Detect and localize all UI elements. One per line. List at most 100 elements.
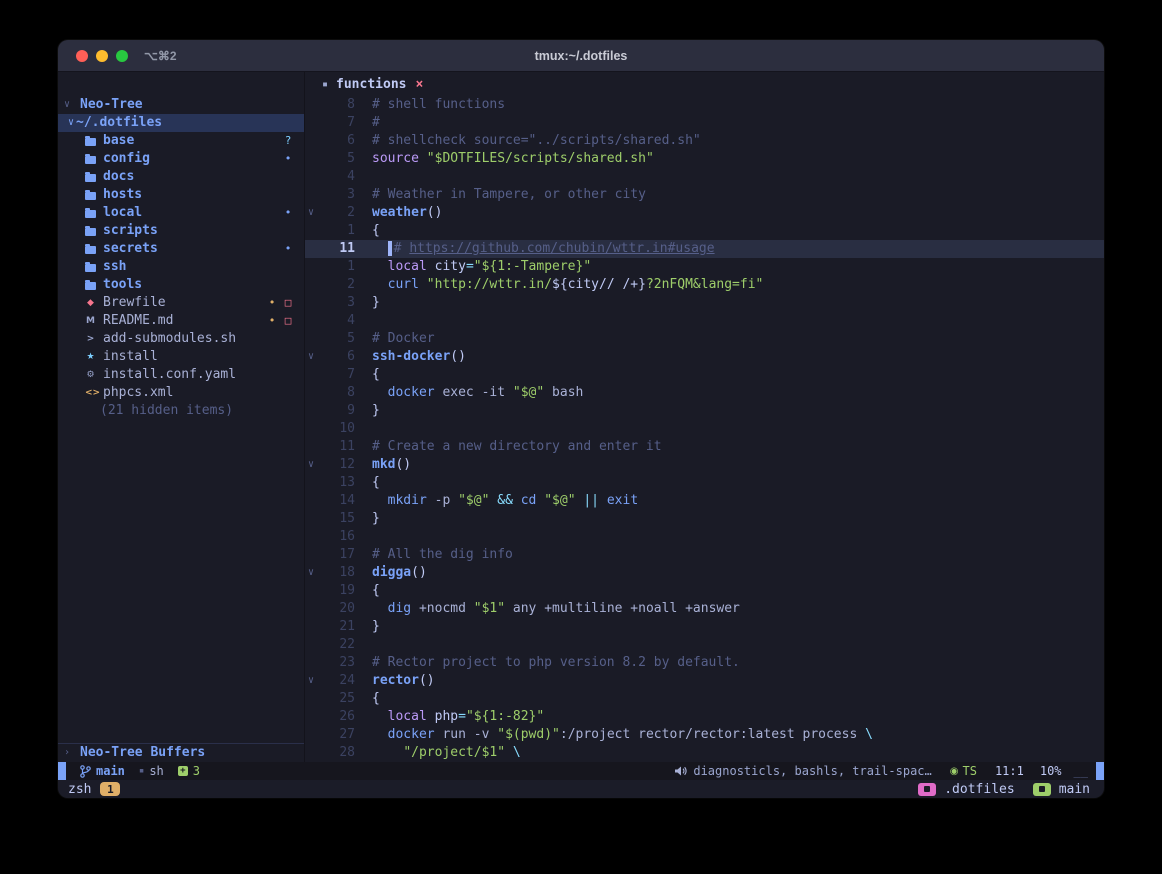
line-number: 7 bbox=[319, 366, 355, 384]
code-token: "$DOTFILES/scripts/shared.sh" bbox=[427, 151, 654, 166]
code-token bbox=[372, 709, 388, 724]
folder-icon bbox=[85, 246, 96, 254]
fold-chevron-icon[interactable]: ∨ bbox=[305, 672, 319, 690]
line-number: 1 bbox=[319, 222, 355, 240]
tab-close-icon[interactable]: × bbox=[415, 77, 423, 92]
code-token: curl bbox=[388, 277, 419, 292]
tree-item-base[interactable]: base? bbox=[58, 132, 304, 150]
code-line[interactable]: 19{ bbox=[305, 582, 1104, 600]
tmux-session-branch: main bbox=[1059, 782, 1090, 797]
tree-item-config[interactable]: config• bbox=[58, 150, 304, 168]
tmux-window-index-badge[interactable]: 1 bbox=[100, 782, 120, 796]
tree-item-brewfile[interactable]: ◆Brewfile•□ bbox=[58, 294, 304, 312]
desktop: ⌥⌘2 tmux:~/.dotfiles ∨ Neo-Tree ∨ ~/.dot… bbox=[0, 0, 1162, 874]
code-line[interactable]: 25{ bbox=[305, 690, 1104, 708]
tree-item-tools[interactable]: tools bbox=[58, 276, 304, 294]
code-line[interactable]: 23# Rector project to php version 8.2 by… bbox=[305, 654, 1104, 672]
tree-item-docs[interactable]: docs bbox=[58, 168, 304, 186]
code-line[interactable]: ∨6ssh-docker() bbox=[305, 348, 1104, 366]
folder-icon bbox=[85, 174, 96, 182]
code-line[interactable]: 14 mkdir -p "$@" && cd "$@" || exit bbox=[305, 492, 1104, 510]
tmux-window-name[interactable]: zsh bbox=[68, 782, 91, 797]
code-line[interactable]: 1 local city="${1:-Tampere}" bbox=[305, 258, 1104, 276]
code-line[interactable]: 26 local php="${1:-82}" bbox=[305, 708, 1104, 726]
code-line[interactable]: 2 curl "http://wttr.in/${city// /+}?2nFQ… bbox=[305, 276, 1104, 294]
tree-item-secrets[interactable]: secrets• bbox=[58, 240, 304, 258]
code-token: exit bbox=[607, 493, 638, 508]
tree-item-ssh[interactable]: ssh bbox=[58, 258, 304, 276]
code-line[interactable]: 15} bbox=[305, 510, 1104, 528]
code-line[interactable]: ∨18digga() bbox=[305, 564, 1104, 582]
minimize-button[interactable] bbox=[96, 50, 108, 62]
code-line[interactable]: 8 docker exec -it "$@" bash bbox=[305, 384, 1104, 402]
close-button[interactable] bbox=[76, 50, 88, 62]
code-line[interactable]: ∨2weather() bbox=[305, 204, 1104, 222]
git-status-badges: ? bbox=[280, 132, 296, 150]
fold-chevron-icon[interactable]: ∨ bbox=[305, 564, 319, 582]
code-line[interactable]: 16 bbox=[305, 528, 1104, 546]
code-token bbox=[372, 259, 388, 274]
code-text: curl "http://wttr.in/${city// /+}?2nFQM&… bbox=[372, 276, 763, 294]
code-line[interactable]: 9} bbox=[305, 402, 1104, 420]
git-status-badge: • bbox=[280, 204, 296, 222]
line-number: 14 bbox=[319, 492, 355, 510]
tree-item-scripts[interactable]: scripts bbox=[58, 222, 304, 240]
cursor-position: 11:1 bbox=[995, 764, 1024, 778]
code-line[interactable]: 27 docker run -v "$(pwd)":/project recto… bbox=[305, 726, 1104, 744]
code-line[interactable]: 6# shellcheck source="../scripts/shared.… bbox=[305, 132, 1104, 150]
code-line[interactable]: 8# shell functions bbox=[305, 96, 1104, 114]
lsp-servers-list: diagnosticls, bashls, trail-spac… bbox=[693, 764, 931, 778]
code-line[interactable]: 10 bbox=[305, 420, 1104, 438]
code-token: # bbox=[394, 241, 410, 256]
tree-item-phpcs-xml[interactable]: <>phpcs.xml bbox=[58, 384, 304, 402]
filetype-label: sh bbox=[149, 764, 163, 778]
tree-item-label: Brewfile bbox=[103, 294, 166, 312]
code-line[interactable]: 1{ bbox=[305, 222, 1104, 240]
tree-item-add-submodules-sh[interactable]: >add-submodules.sh bbox=[58, 330, 304, 348]
hidden-items-note: (21 hidden items) bbox=[58, 402, 304, 420]
fold-chevron-icon[interactable]: ∨ bbox=[305, 348, 319, 366]
fold-chevron-icon[interactable]: ∨ bbox=[305, 204, 319, 222]
code-line[interactable]: 20 dig +nocmd "$1" any +multiline +noall… bbox=[305, 600, 1104, 618]
code-token: local bbox=[388, 709, 427, 724]
code-line[interactable]: 3# Weather in Tampere, or other city bbox=[305, 186, 1104, 204]
code-line[interactable]: 21} bbox=[305, 618, 1104, 636]
neotree-buffers-header[interactable]: › Neo-Tree Buffers bbox=[58, 744, 304, 762]
code-token: digga bbox=[372, 565, 411, 580]
code-line[interactable]: 4 bbox=[305, 312, 1104, 330]
neotree-header[interactable]: ∨ Neo-Tree bbox=[58, 96, 304, 114]
code-line[interactable]: ∨12mkd() bbox=[305, 456, 1104, 474]
fold-column bbox=[305, 114, 319, 132]
tree-item-readme-md[interactable]: MREADME.md•□ bbox=[58, 312, 304, 330]
treesitter-segment: ◉ TS bbox=[950, 764, 977, 778]
code-text: # shell functions bbox=[372, 96, 505, 114]
code-line[interactable]: 7{ bbox=[305, 366, 1104, 384]
window-titlebar[interactable]: ⌥⌘2 tmux:~/.dotfiles bbox=[58, 40, 1104, 72]
tree-item-install[interactable]: ★install bbox=[58, 348, 304, 366]
code-token: bash bbox=[544, 385, 583, 400]
code-line[interactable]: 7# bbox=[305, 114, 1104, 132]
code-line[interactable]: ∨24rector() bbox=[305, 672, 1104, 690]
url-link[interactable]: https://github.com/chubin/wttr.in#usage bbox=[409, 241, 714, 256]
zoom-button[interactable] bbox=[116, 50, 128, 62]
code-line[interactable]: 22 bbox=[305, 636, 1104, 654]
tree-item-hosts[interactable]: hosts bbox=[58, 186, 304, 204]
tree-item-label: phpcs.xml bbox=[103, 384, 173, 402]
tree-root-dotfiles[interactable]: ∨ ~/.dotfiles bbox=[58, 114, 304, 132]
code-line[interactable]: 5# Docker bbox=[305, 330, 1104, 348]
tab-functions[interactable]: functions bbox=[336, 77, 406, 92]
code-line[interactable]: 11# Create a new directory and enter it bbox=[305, 438, 1104, 456]
tree-item-install-conf-yaml[interactable]: ⚙install.conf.yaml bbox=[58, 366, 304, 384]
code-line[interactable]: 5source "$DOTFILES/scripts/shared.sh" bbox=[305, 150, 1104, 168]
code-line[interactable]: 28 "/project/$1" \ bbox=[305, 744, 1104, 762]
fold-chevron-icon[interactable]: ∨ bbox=[305, 456, 319, 474]
code-line[interactable]: 4 bbox=[305, 168, 1104, 186]
tree-item-local[interactable]: local• bbox=[58, 204, 304, 222]
code-line-current[interactable]: 11 # https://github.com/chubin/wttr.in#u… bbox=[305, 240, 1104, 258]
code-token: # Create a new directory and enter it bbox=[372, 439, 662, 454]
code-line[interactable]: 17# All the dig info bbox=[305, 546, 1104, 564]
code-token: { bbox=[372, 367, 380, 382]
file-tree-items: base?config•docshostslocal•scriptssecret… bbox=[58, 132, 304, 402]
code-line[interactable]: 13{ bbox=[305, 474, 1104, 492]
code-line[interactable]: 3} bbox=[305, 294, 1104, 312]
